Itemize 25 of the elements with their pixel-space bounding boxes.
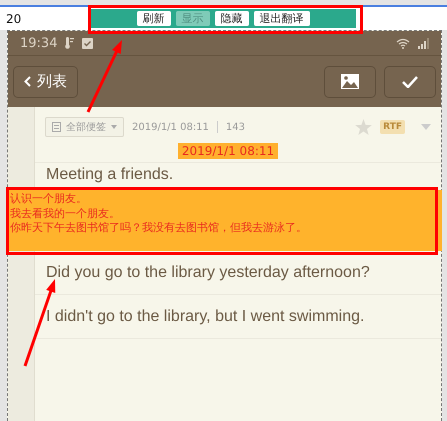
translation-line: 我去看我的一个朋友。 (10, 206, 121, 221)
back-button[interactable]: 列表 (13, 66, 78, 98)
signal-icon (418, 38, 429, 48)
toolbar-button[interactable]: 退出翻译 (254, 11, 310, 26)
checkbox-icon (82, 38, 94, 48)
timestamp-text: 2019/1/1 08:11 (132, 122, 209, 132)
date-label: 2019/1/1 08:11 (178, 143, 278, 159)
note-line: I didn't go to the library, but I went swimming. (35, 295, 441, 339)
confirm-button[interactable] (384, 66, 436, 98)
star-icon[interactable] (355, 119, 372, 135)
check-icon (402, 76, 418, 88)
list-icon (52, 122, 61, 132)
clock-text: 19:34 (20, 36, 58, 50)
format-badge: RTF (380, 120, 405, 134)
count-text: 143 (226, 122, 246, 132)
toolbar-button[interactable]: 刷新 (136, 11, 170, 26)
thermometer-icon (65, 37, 74, 49)
chevron-left-icon (24, 76, 31, 87)
wifi-icon (396, 38, 410, 48)
value-text: 20 (5, 12, 22, 26)
toolbar-button[interactable]: 隐藏 (214, 11, 248, 26)
translation-line: 你昨天下午去图书馆了吗？我没有去图书馆，但我去游泳了。 (10, 221, 308, 236)
image-icon (341, 74, 359, 89)
insert-image-button[interactable] (324, 66, 376, 98)
caret-icon (111, 125, 117, 129)
